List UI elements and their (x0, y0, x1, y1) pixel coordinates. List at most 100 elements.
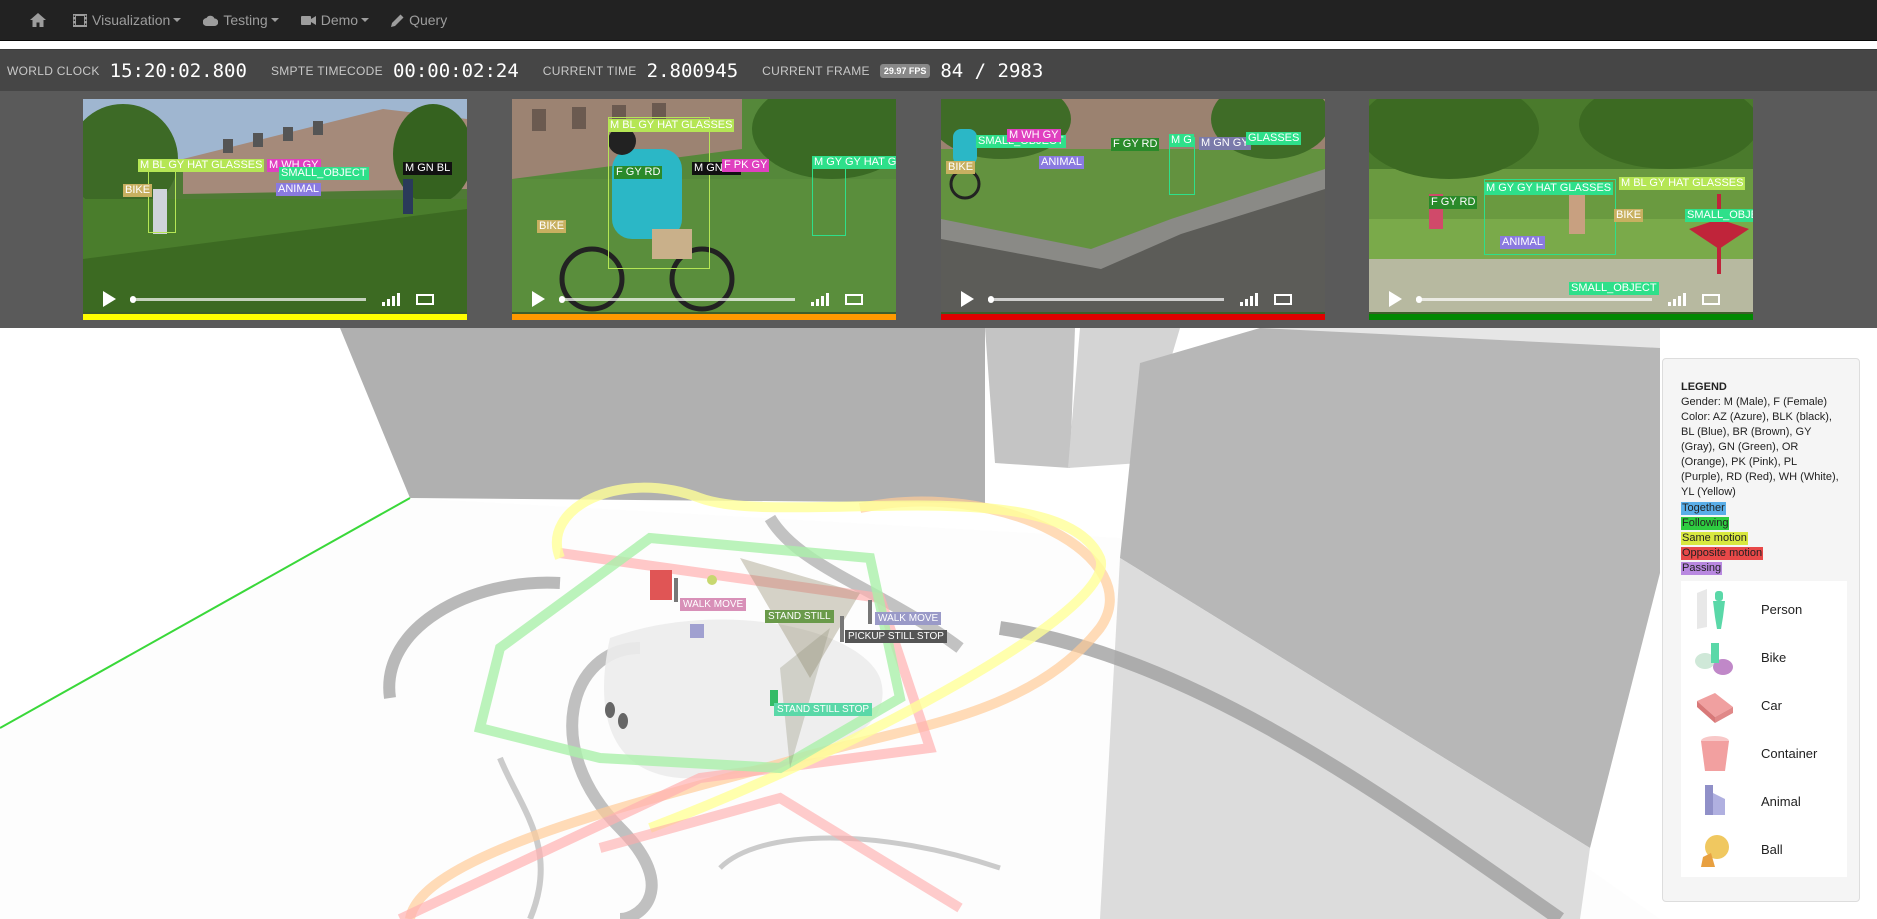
3d-scene-view[interactable]: WALK MOVE STAND STILL WALK MOVE PICKUP S… (0, 328, 1877, 919)
video-controls (1369, 284, 1753, 314)
volume-icon[interactable] (811, 292, 829, 306)
seek-bar[interactable] (130, 295, 366, 303)
camera-accent-bar (1369, 314, 1753, 320)
fullscreen-icon[interactable] (1702, 293, 1720, 305)
video-player-4[interactable]: F GY RD M GY GY HAT GLASSES M BL GY HAT … (1369, 99, 1753, 320)
legend-item-person: Person (1681, 585, 1847, 633)
activity-label: STAND STILL STOP (774, 703, 873, 716)
video-player-2[interactable]: M BL GY HAT GLASSES F GY RD M GN BL F PK… (512, 99, 896, 320)
video-frame-1 (83, 99, 467, 312)
activity-label: WALK MOVE (875, 612, 942, 625)
relation-together: Together (1681, 502, 1726, 515)
bbox-label: BIKE (123, 184, 153, 197)
video-controls (512, 284, 896, 314)
legend-bike-label: Bike (1761, 649, 1787, 665)
relation-passing: Passing (1681, 562, 1723, 575)
object-legend: Person Bike Car Container Animal Ball (1681, 581, 1847, 877)
legend-item-bike: Bike (1681, 633, 1847, 681)
nav-visualization[interactable]: Visualization (73, 12, 182, 28)
play-icon[interactable] (1389, 291, 1402, 307)
legend-container-label: Container (1761, 745, 1818, 761)
current-time-label: CURRENT TIME (542, 64, 637, 78)
home-icon (30, 13, 46, 27)
smpte-value: 00:00:02:24 (392, 60, 519, 82)
camera-accent-bar (512, 314, 896, 320)
bbox-label: M GN GY (1199, 137, 1251, 150)
bbox-label: GLASSES (1246, 132, 1302, 145)
nav-testing[interactable]: Testing (203, 12, 279, 28)
cloud-icon (203, 15, 219, 26)
pencil-icon (391, 14, 404, 27)
animal-icon (1705, 785, 1725, 815)
bbox (608, 117, 710, 269)
volume-icon[interactable] (382, 292, 400, 306)
legend-ball-label: Ball (1761, 841, 1783, 857)
current-time-value: 2.800945 (646, 60, 739, 82)
video-controls (941, 284, 1325, 314)
volume-icon[interactable] (1240, 292, 1258, 306)
fullscreen-icon[interactable] (416, 293, 434, 305)
person-icon (1697, 589, 1725, 629)
bbox-label: F GY RD (614, 166, 663, 179)
nav-demo[interactable]: Demo (300, 12, 370, 28)
seek-bar[interactable] (1416, 295, 1652, 303)
bbox (812, 159, 846, 236)
bbox-label: ANIMAL (276, 183, 321, 196)
volume-icon[interactable] (1668, 292, 1686, 306)
legend-item-animal: Animal (1681, 777, 1847, 825)
bbox (148, 169, 176, 233)
video-camera-icon (300, 15, 316, 25)
activity-label: PICKUP STILL STOP (845, 630, 947, 643)
bbox-label: M GY GY HAT GLASSES (1484, 182, 1614, 195)
chevron-down-icon (270, 18, 279, 22)
current-frame-value: 84 / 2983 (940, 60, 1044, 82)
legend-color: Color: AZ (Azure), BLK (black), BL (Blue… (1681, 411, 1839, 498)
legend-title: LEGEND (1681, 381, 1727, 393)
bbox-label: F GY RD (1429, 196, 1478, 209)
legend-animal-label: Animal (1761, 793, 1801, 809)
current-frame-label: CURRENT FRAME (762, 64, 870, 78)
activity-label: WALK MOVE (680, 598, 747, 611)
play-icon[interactable] (532, 291, 545, 307)
video-player-3[interactable]: SMALL_OBJECT M WH GY ANIMAL F GY RD M G … (941, 99, 1325, 320)
legend-item-ball: Ball (1681, 825, 1847, 873)
bbox-label: M GN BL (403, 162, 453, 175)
bike-icon (1695, 643, 1733, 675)
seek-bar[interactable] (988, 295, 1224, 303)
camera-accent-bar (83, 314, 467, 320)
bbox-label: M GY GY HAT GL (812, 156, 896, 169)
world-clock-value: 15:20:02.800 (109, 60, 247, 82)
bbox-label: BIKE (1614, 209, 1644, 222)
fullscreen-icon[interactable] (845, 293, 863, 305)
legend-gender: Gender: M (Male), F (Female) (1681, 396, 1828, 408)
nav-home[interactable] (30, 13, 51, 27)
bbox-label: M BL GY HAT GLASSES (138, 159, 265, 172)
legend-person-label: Person (1761, 601, 1803, 617)
bbox-label: M WH GY (1007, 129, 1061, 142)
camera-accent-bar (941, 314, 1325, 320)
bbox-label: ANIMAL (1039, 156, 1084, 169)
fps-badge: 29.97 FPS (879, 64, 931, 78)
chevron-down-icon (173, 18, 182, 22)
activity-label: STAND STILL (765, 610, 834, 623)
bbox-label: M BL GY HAT GLASSES (1619, 177, 1746, 190)
seek-bar[interactable] (559, 295, 795, 303)
play-icon[interactable] (961, 291, 974, 307)
relation-following: Following (1681, 517, 1730, 530)
container-icon (1701, 736, 1729, 771)
bbox-label: SMALL_OBJE (1685, 209, 1753, 222)
video-player-1[interactable]: M BL GY HAT GLASSES M WH GY SMALL_OBJECT… (83, 99, 467, 320)
world-clock-label: WORLD CLOCK (7, 64, 100, 78)
nav-query[interactable]: Query (391, 12, 447, 28)
video-frame-3 (941, 99, 1325, 312)
bbox-label: M G (1169, 134, 1194, 147)
relation-opposite-motion: Opposite motion (1681, 547, 1764, 560)
ball-icon (1701, 835, 1729, 867)
bbox-label: BIKE (537, 220, 567, 233)
play-icon[interactable] (103, 291, 116, 307)
fullscreen-icon[interactable] (1274, 293, 1292, 305)
bbox-label: F PK GY (722, 159, 770, 172)
car-icon (1697, 693, 1733, 723)
chevron-down-icon (361, 18, 370, 22)
legend-item-car: Car (1681, 681, 1847, 729)
